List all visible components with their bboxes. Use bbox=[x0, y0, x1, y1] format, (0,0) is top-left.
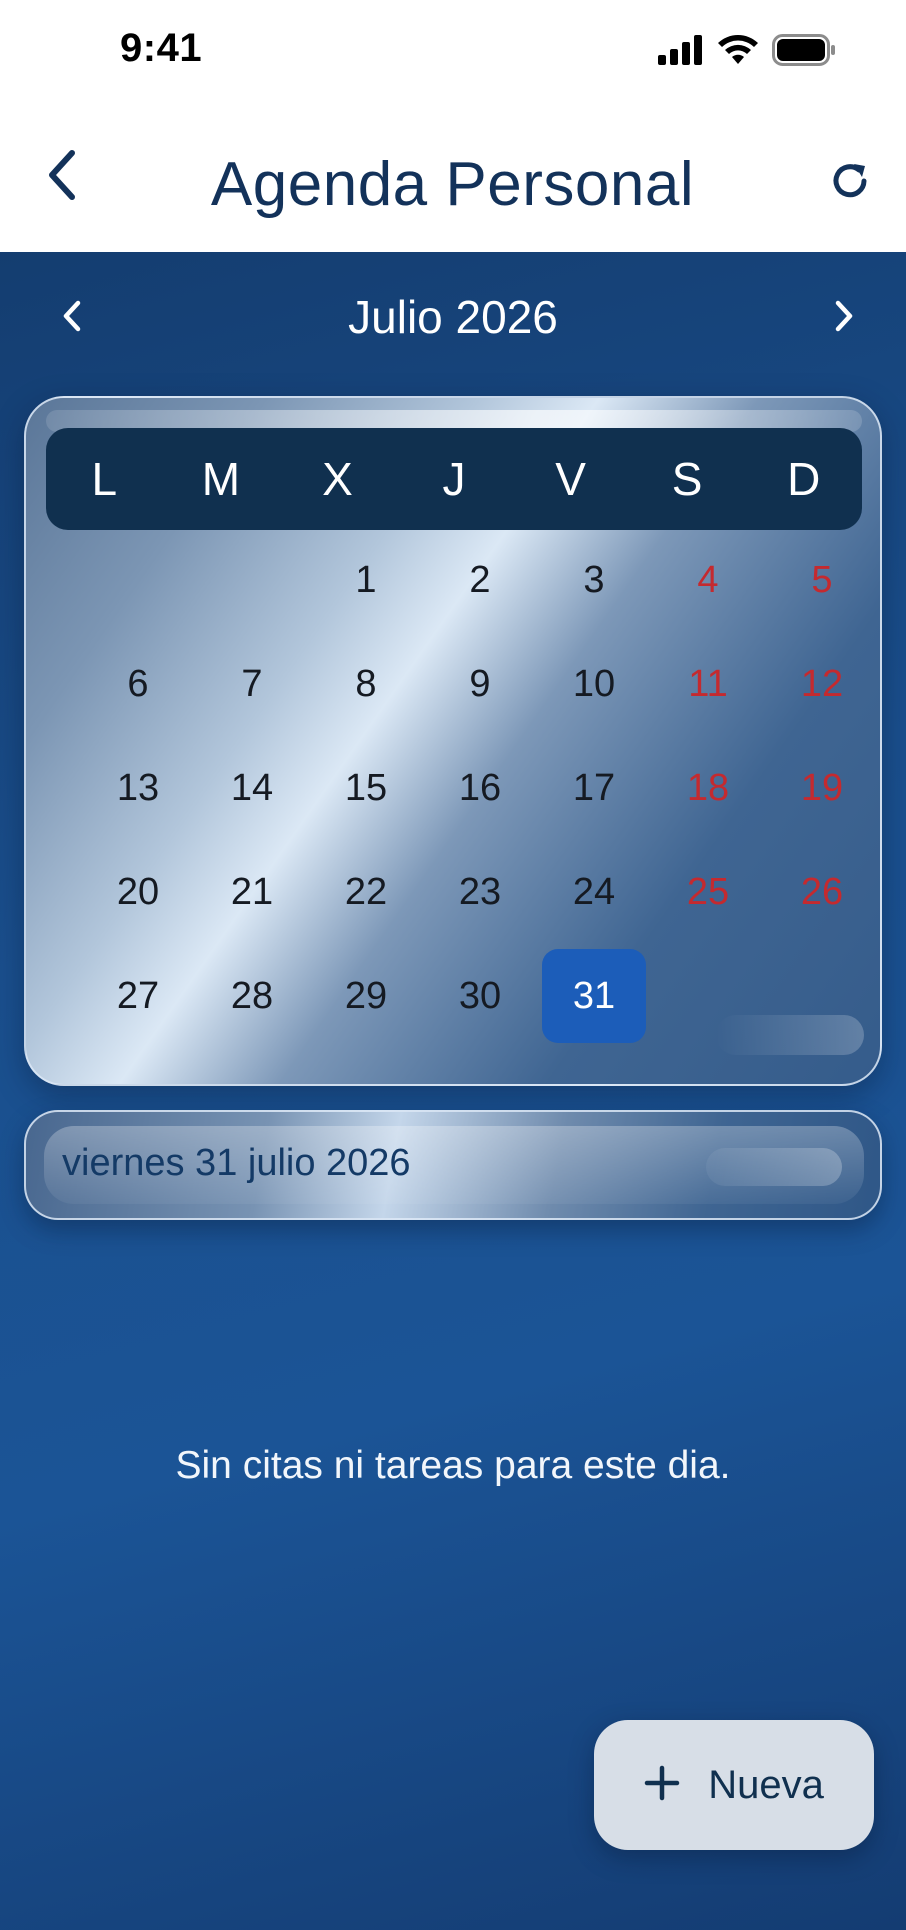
calendar-day-number: 16 bbox=[458, 766, 502, 809]
status-time: 9:41 bbox=[120, 26, 203, 70]
calendar-day-number: 4 bbox=[697, 558, 719, 601]
weekday-label: D bbox=[787, 453, 821, 505]
calendar-day-weekend[interactable]: 25 bbox=[651, 840, 765, 944]
refresh-icon bbox=[828, 159, 872, 208]
selected-date-bar: viernes 31 julio 2026 bbox=[24, 1110, 882, 1220]
calendar-day-empty bbox=[195, 528, 309, 632]
page-title: Agenda Personal bbox=[210, 150, 695, 219]
calendar-day-number: 21 bbox=[230, 870, 274, 913]
calendar-day[interactable]: 30 bbox=[423, 944, 537, 1048]
chevron-right-icon bbox=[833, 299, 855, 338]
date-bar-glass-pill bbox=[706, 1148, 842, 1186]
calendar-day[interactable]: 6 bbox=[81, 632, 195, 736]
calendar-day-number: 17 bbox=[572, 766, 616, 809]
calendar-day-number: 13 bbox=[116, 766, 160, 809]
empty-state-message: Sin citas ni tareas para este dia. bbox=[175, 1444, 731, 1487]
weekday-label: S bbox=[671, 453, 703, 505]
calendar-day-number: 1 bbox=[355, 558, 377, 601]
calendar-day-number: 10 bbox=[572, 662, 616, 705]
plus-icon bbox=[644, 1765, 680, 1806]
calendar-day-number: 19 bbox=[800, 766, 844, 809]
calendar-day[interactable]: 24 bbox=[537, 840, 651, 944]
status-icons bbox=[658, 34, 836, 71]
calendar-day[interactable]: 22 bbox=[309, 840, 423, 944]
calendar-day-number: 3 bbox=[583, 558, 605, 601]
calendar-day-number: 27 bbox=[116, 974, 160, 1017]
calendar-day[interactable]: 16 bbox=[423, 736, 537, 840]
new-item-label: Nueva bbox=[708, 1762, 824, 1807]
calendar-day-number: 20 bbox=[116, 870, 160, 913]
calendar-day-number: 22 bbox=[344, 870, 388, 913]
calendar-day[interactable]: 28 bbox=[195, 944, 309, 1048]
card-glass-highlight bbox=[716, 1015, 864, 1055]
weekday-label: M bbox=[201, 453, 241, 505]
calendar-day[interactable]: 2 bbox=[423, 528, 537, 632]
calendar-day-number: 2 bbox=[469, 558, 491, 601]
cellular-signal-icon bbox=[658, 35, 704, 70]
calendar-day[interactable]: 20 bbox=[81, 840, 195, 944]
wifi-icon bbox=[718, 35, 758, 70]
calendar-day-number: 11 bbox=[688, 662, 728, 705]
calendar-day[interactable]: 15 bbox=[309, 736, 423, 840]
calendar-day-number: 30 bbox=[458, 974, 502, 1017]
calendar-day-number: 5 bbox=[811, 558, 833, 601]
calendar-day-number: 26 bbox=[800, 870, 844, 913]
weekday-label: J bbox=[442, 453, 466, 505]
weekday-label: V bbox=[555, 453, 586, 505]
calendar-day-weekend[interactable]: 12 bbox=[765, 632, 879, 736]
weekday-header: L M X J V S D bbox=[46, 428, 862, 530]
weekday-label: X bbox=[322, 453, 353, 505]
calendar-day[interactable]: 14 bbox=[195, 736, 309, 840]
calendar-day[interactable]: 23 bbox=[423, 840, 537, 944]
calendar-card: L M X J V S D 1 2 3 4 5 6 7 8 9 10 11 12 bbox=[24, 396, 882, 1086]
app-screen: 9:41 Agenda Personal Julio 2026 L M X J … bbox=[0, 0, 906, 1930]
calendar-day-number: 29 bbox=[344, 974, 388, 1017]
calendar-day[interactable]: 1 bbox=[309, 528, 423, 632]
calendar-day-empty bbox=[81, 528, 195, 632]
calendar-day-number: 31 bbox=[542, 949, 646, 1043]
refresh-button[interactable] bbox=[822, 155, 878, 211]
calendar-day[interactable]: 17 bbox=[537, 736, 651, 840]
status-bar: 9:41 bbox=[0, 0, 906, 105]
next-month-button[interactable] bbox=[818, 292, 870, 344]
calendar-day-weekend[interactable]: 5 bbox=[765, 528, 879, 632]
new-item-button[interactable]: Nueva bbox=[594, 1720, 874, 1850]
calendar-day[interactable]: 7 bbox=[195, 632, 309, 736]
calendar-day[interactable]: 29 bbox=[309, 944, 423, 1048]
weekday-label: L bbox=[91, 453, 118, 505]
calendar-day-number: 24 bbox=[572, 870, 616, 913]
calendar-day-weekend[interactable]: 19 bbox=[765, 736, 879, 840]
calendar-day-number: 12 bbox=[800, 662, 844, 705]
month-selector: Julio 2026 bbox=[0, 280, 906, 356]
calendar-day-number: 15 bbox=[344, 766, 388, 809]
calendar-day[interactable]: 21 bbox=[195, 840, 309, 944]
navigation-header: Agenda Personal bbox=[0, 105, 906, 252]
calendar-day[interactable]: 27 bbox=[81, 944, 195, 1048]
calendar-day-number: 23 bbox=[458, 870, 502, 913]
calendar-day-weekend[interactable]: 11 bbox=[651, 632, 765, 736]
calendar-day-number: 7 bbox=[241, 662, 263, 705]
calendar-day[interactable]: 3 bbox=[537, 528, 651, 632]
calendar-day-weekend[interactable]: 18 bbox=[651, 736, 765, 840]
calendar-day-number: 14 bbox=[230, 766, 274, 809]
days-grid: 1 2 3 4 5 6 7 8 9 10 11 12 13 14 15 16 1… bbox=[81, 528, 879, 1048]
calendar-day[interactable]: 13 bbox=[81, 736, 195, 840]
calendar-day-selected[interactable]: 31 bbox=[537, 944, 651, 1048]
calendar-day-weekend[interactable]: 4 bbox=[651, 528, 765, 632]
calendar-day-number: 25 bbox=[686, 870, 730, 913]
calendar-day[interactable]: 10 bbox=[537, 632, 651, 736]
calendar-day-number: 6 bbox=[127, 662, 149, 705]
calendar-day-number: 18 bbox=[686, 766, 730, 809]
calendar-day-number: 8 bbox=[355, 662, 377, 705]
battery-icon bbox=[772, 34, 836, 71]
calendar-day[interactable]: 8 bbox=[309, 632, 423, 736]
calendar-day-number: 9 bbox=[469, 662, 491, 705]
calendar-day-number: 28 bbox=[230, 974, 274, 1017]
selected-date-label: viernes 31 julio 2026 bbox=[62, 1142, 411, 1184]
month-label: Julio 2026 bbox=[348, 291, 558, 343]
calendar-day[interactable]: 9 bbox=[423, 632, 537, 736]
calendar-day-weekend[interactable]: 26 bbox=[765, 840, 879, 944]
